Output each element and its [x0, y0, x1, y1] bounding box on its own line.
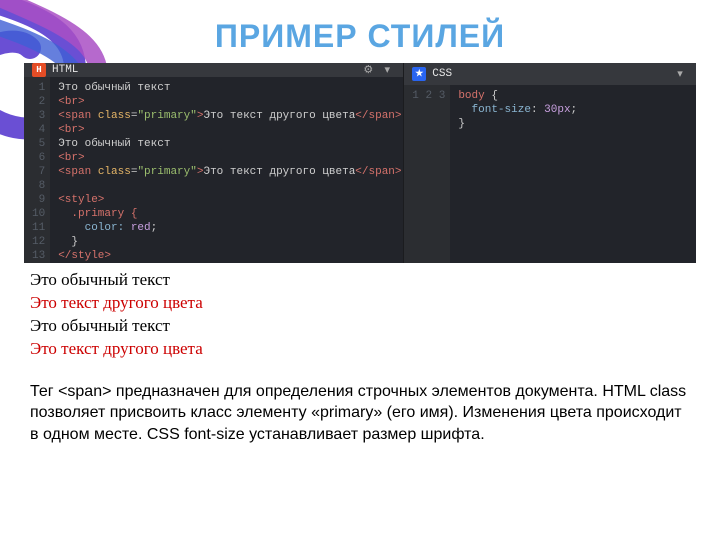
code-editor: H HTML ⚙ ▾ 1 2 3 4 5 6 7 8 9 10 11 12 13…: [24, 63, 696, 263]
css-gutter: 1 2 3: [404, 85, 450, 263]
html-code: Это обычный текст <br> <span class="prim…: [50, 77, 404, 263]
output-line: Это обычный текст: [30, 269, 690, 292]
output-line: Это обычный текст: [30, 315, 690, 338]
css-pane-header: ★ CSS ▾: [404, 63, 696, 85]
gear-icon[interactable]: ⚙: [360, 63, 376, 77]
css-pane: ★ CSS ▾ 1 2 3 body { font-size: 30px; }: [404, 63, 696, 263]
chevron-down-icon[interactable]: ▾: [379, 63, 395, 77]
chevron-down-icon[interactable]: ▾: [672, 67, 688, 81]
rendered-output: Это обычный текст Это текст другого цвет…: [24, 263, 696, 371]
css-logo-icon: ★: [412, 67, 426, 81]
html-gutter: 1 2 3 4 5 6 7 8 9 10 11 12 13: [24, 77, 50, 263]
html-pane: H HTML ⚙ ▾ 1 2 3 4 5 6 7 8 9 10 11 12 13…: [24, 63, 404, 263]
css-code: body { font-size: 30px; }: [450, 85, 585, 263]
css-pane-label: CSS: [432, 68, 452, 80]
html-logo-icon: H: [32, 63, 46, 77]
html-code-area[interactable]: 1 2 3 4 5 6 7 8 9 10 11 12 13 Это обычны…: [24, 77, 403, 263]
output-line: Это текст другого цвета: [30, 338, 690, 361]
css-code-area[interactable]: 1 2 3 body { font-size: 30px; }: [404, 85, 696, 263]
html-pane-header: H HTML ⚙ ▾: [24, 63, 403, 77]
page-title: ПРИМЕР СТИЛЕЙ: [0, 18, 720, 55]
caption-text: Тег <span> предназначен для определения …: [30, 381, 690, 446]
html-pane-label: HTML: [52, 64, 78, 76]
output-line: Это текст другого цвета: [30, 292, 690, 315]
